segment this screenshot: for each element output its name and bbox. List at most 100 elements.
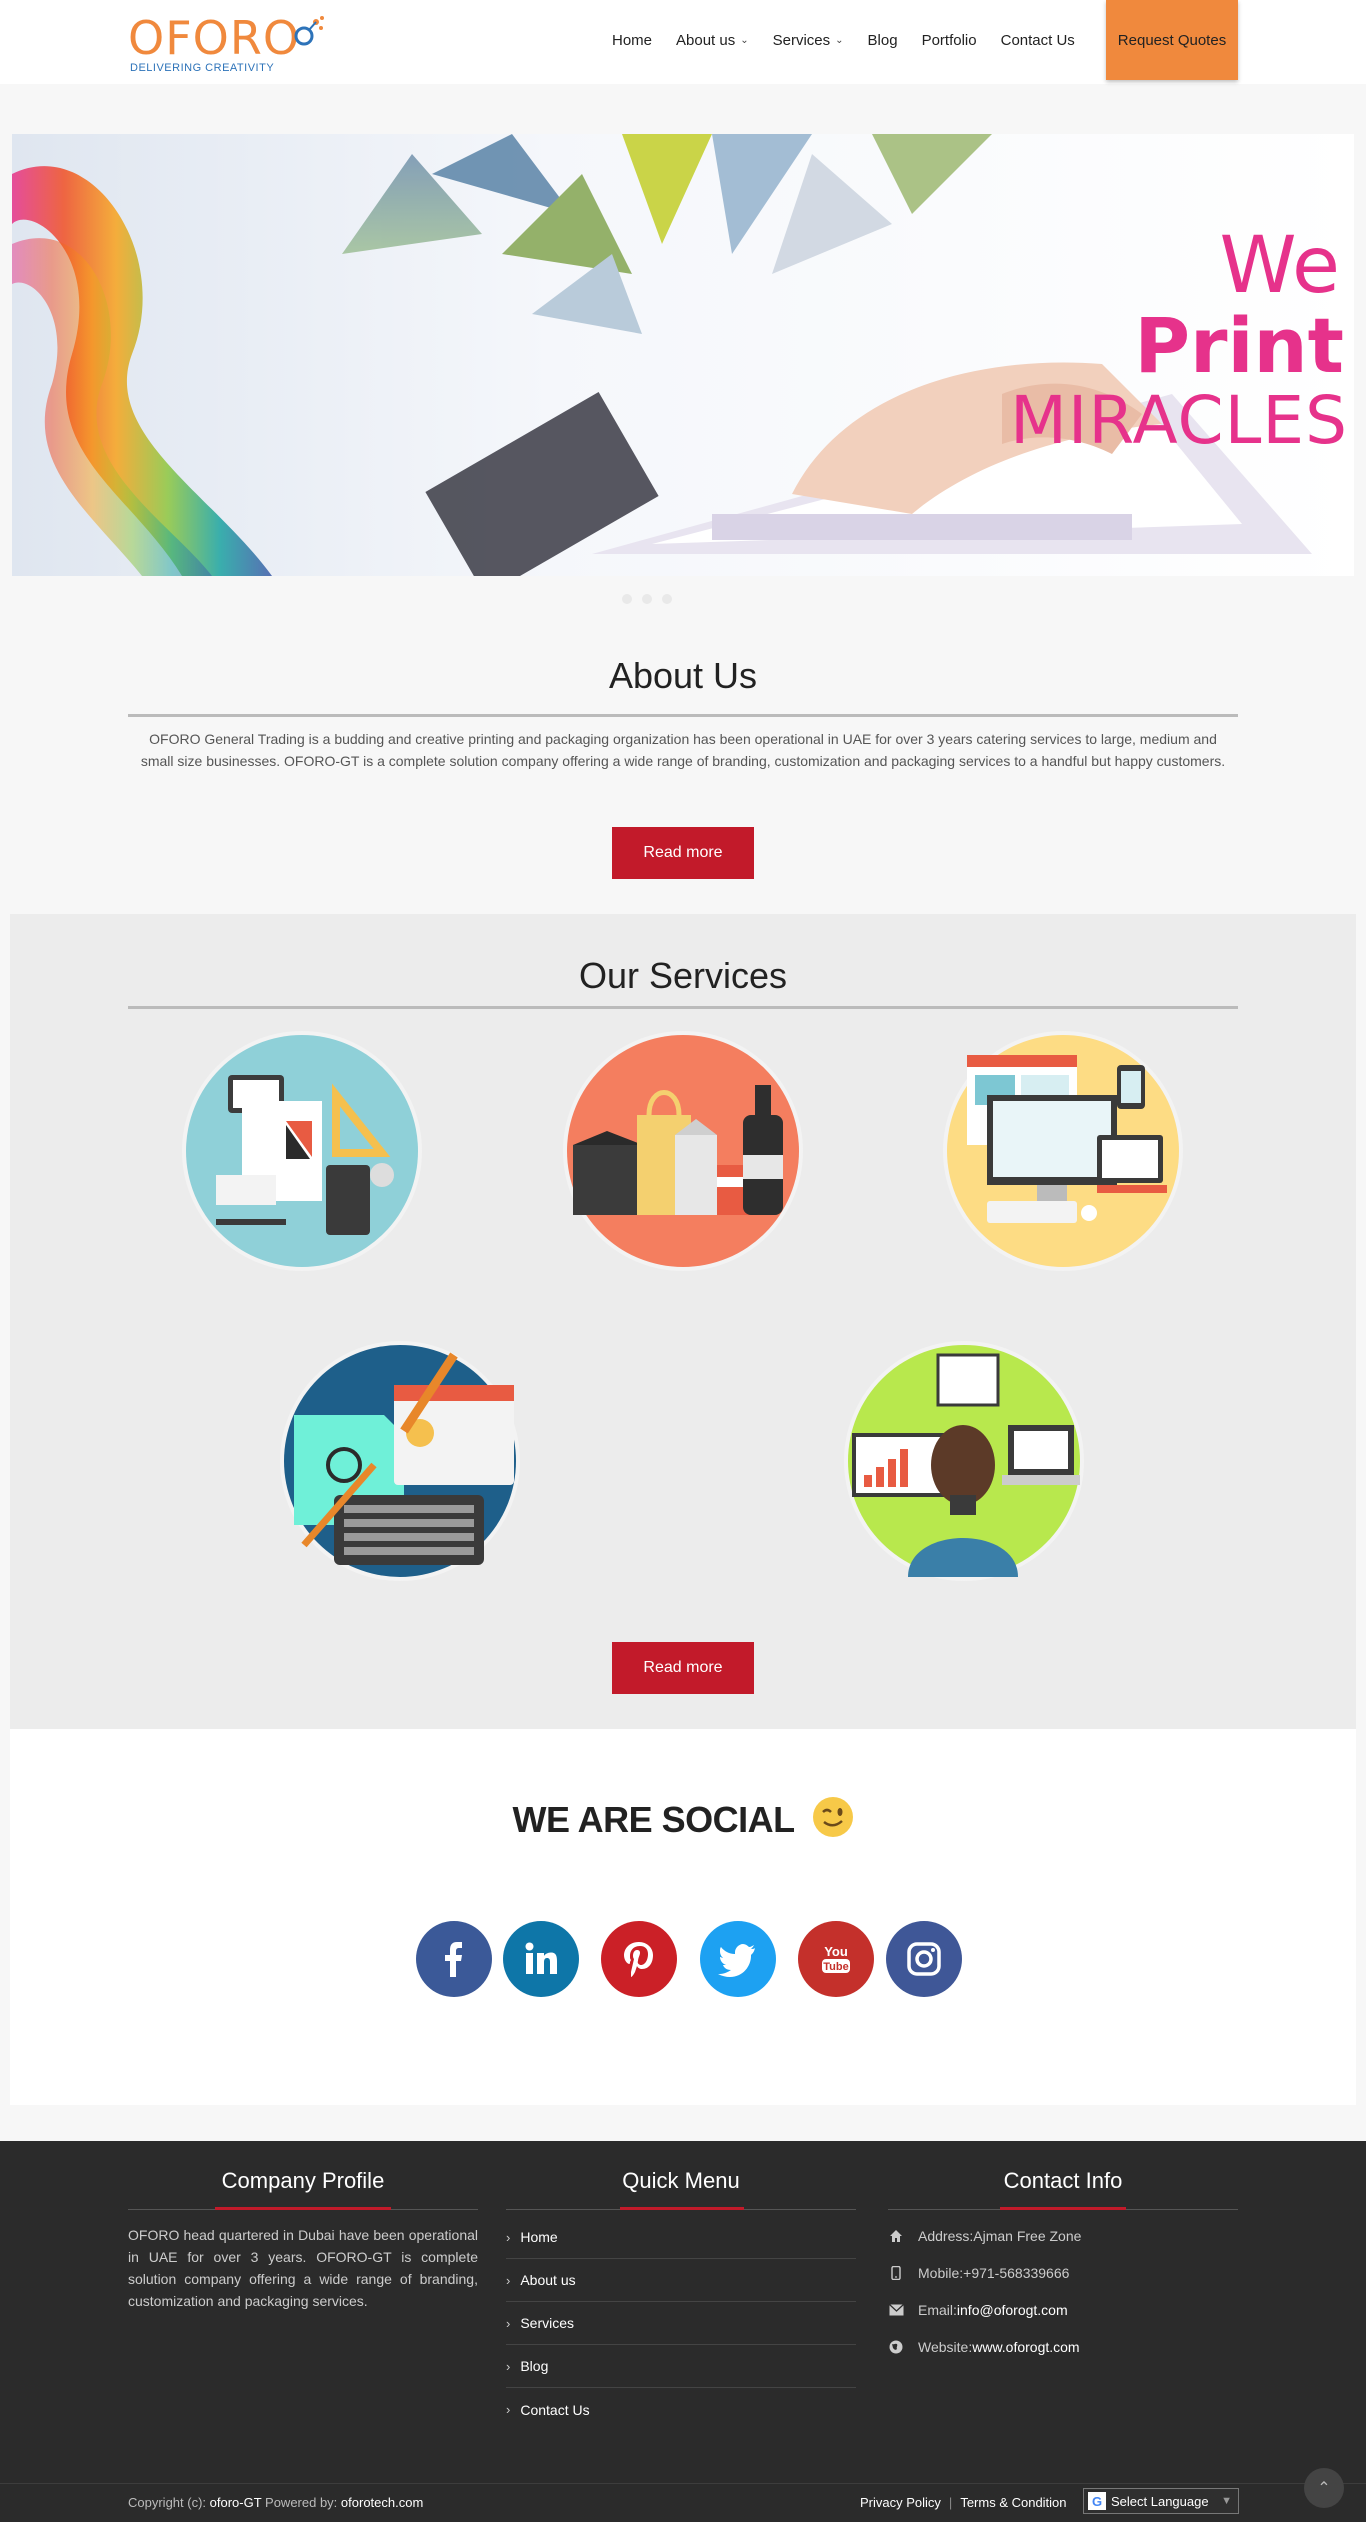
quickmenu-services[interactable]: › Services — [506, 2302, 856, 2345]
service-packaging[interactable] — [563, 1031, 803, 1271]
hero-dot[interactable] — [642, 594, 652, 604]
footer-legal-links: Privacy Policy | Terms & Condition — [860, 2495, 1067, 2510]
nav-home[interactable]: Home — [612, 32, 652, 49]
contact-website-link[interactable]: www.oforogt.com — [972, 2339, 1079, 2355]
service-graphic-design[interactable] — [280, 1341, 520, 1581]
logo-wordmark: OFORO — [128, 11, 301, 65]
logo-molecule-icon — [294, 16, 324, 46]
quickmenu-label: Services — [520, 2315, 575, 2331]
language-select-label: Select Language — [1111, 2493, 1209, 2509]
hero-dot[interactable] — [622, 594, 632, 604]
nav-portfolio[interactable]: Portfolio — [922, 32, 977, 49]
about-text: OFORO General Trading is a budding and c… — [140, 731, 1226, 769]
digital-marketing-icon — [848, 1345, 1080, 1577]
contact-email-link[interactable]: info@oforogt.com — [957, 2302, 1068, 2318]
quickmenu-about-us[interactable]: › About us — [506, 2259, 856, 2302]
svg-text:Tube: Tube — [823, 1961, 848, 1973]
nav-label: Portfolio — [921, 31, 977, 49]
svg-text:You: You — [824, 1944, 848, 1959]
request-quotes-button[interactable]: Request Quotes — [1106, 0, 1238, 80]
envelope-icon — [888, 2302, 904, 2318]
nav-contact-us[interactable]: Contact Us — [1001, 32, 1075, 49]
twitter-link[interactable] — [700, 1921, 776, 1997]
google-translate-icon: G — [1088, 2492, 1106, 2510]
scroll-to-top-button[interactable]: ⌃ — [1304, 2468, 1344, 2508]
pinterest-link[interactable] — [601, 1921, 677, 1997]
nav-label: Services — [772, 31, 831, 49]
hero-headline-miracles: MIRACLES — [1009, 382, 1348, 459]
mobile-icon — [888, 2265, 904, 2281]
nav-services[interactable]: Services ⌄ — [773, 32, 844, 49]
about-read-more-button[interactable]: Read more — [612, 827, 754, 879]
services-divider — [128, 1006, 1238, 1009]
hero-headline-we: We — [1219, 221, 1340, 311]
linkedin-icon — [525, 1942, 557, 1974]
chevron-down-icon: ⌄ — [835, 34, 844, 46]
quickmenu-home[interactable]: › Home — [506, 2216, 856, 2259]
chevron-up-icon: ⌃ — [1317, 2480, 1331, 2497]
main-nav: Home About us ⌄ Services ⌄ Blog Portfolio … — [600, 0, 1087, 80]
services-read-more-button[interactable]: Read more — [612, 1642, 754, 1694]
youtube-icon: You Tube — [822, 1944, 850, 1973]
dropdown-arrow-icon: ▼ — [1221, 2495, 1232, 2507]
stationery-design-icon — [186, 1035, 418, 1267]
chevron-right-icon: › — [506, 2402, 511, 2417]
chevron-down-icon: ⌄ — [740, 34, 749, 46]
contact-mobile-value: +971-568339666 — [963, 2265, 1070, 2281]
copyright-prefix: Copyright (c): — [128, 2495, 210, 2510]
service-stationery[interactable] — [182, 1031, 422, 1271]
chevron-right-icon: › — [506, 2229, 511, 2245]
service-web-design[interactable] — [943, 1031, 1183, 1271]
nav-label: Contact Us — [1000, 31, 1075, 49]
powered-by-link[interactable]: oforotech.com — [341, 2495, 423, 2510]
footer-bottom-divider — [0, 2483, 1366, 2484]
hero-slider[interactable]: We Print MIRACLES — [12, 134, 1354, 576]
contact-email: Email: info@oforogt.com — [888, 2302, 1068, 2318]
privacy-policy-link[interactable]: Privacy Policy — [860, 2495, 941, 2510]
twitter-icon — [718, 1944, 755, 1977]
terms-link[interactable]: Terms & Condition — [960, 2495, 1066, 2510]
instagram-link[interactable] — [886, 1921, 962, 1997]
nav-label: Home — [612, 31, 653, 49]
quickmenu-blog[interactable]: › Blog — [506, 2345, 856, 2388]
contact-address: Address: Ajman Free Zone — [888, 2228, 1081, 2244]
nav-label: Blog — [867, 31, 898, 49]
contact-label: Website: — [918, 2339, 973, 2355]
web-devices-icon — [947, 1035, 1179, 1267]
nav-blog[interactable]: Blog — [868, 32, 898, 49]
instagram-icon — [907, 1942, 941, 1976]
quickmenu-contact-us[interactable]: › Contact Us — [506, 2388, 856, 2431]
contact-website: Website: www.oforogt.com — [888, 2339, 1080, 2355]
oforo-logo[interactable]: OFORO DELIVERING CREATIVITY — [128, 10, 324, 74]
copyright-owner-link[interactable]: oforo-GT — [210, 2495, 262, 2510]
hero-dot[interactable] — [662, 594, 672, 604]
packaging-icon — [567, 1035, 799, 1267]
social-section — [10, 1729, 1356, 2105]
linkedin-link[interactable] — [503, 1921, 579, 1997]
wink-emoji-icon — [812, 1797, 853, 1837]
graphic-design-icon — [284, 1345, 516, 1577]
services-title: Our Services — [578, 955, 788, 996]
footer-accent — [620, 2207, 744, 2210]
quickmenu-label: About us — [520, 2272, 576, 2288]
footer-contact-title: Contact Info — [1003, 2168, 1123, 2193]
about-divider — [128, 714, 1238, 717]
pinterest-icon — [624, 1942, 653, 1977]
nav-about-us[interactable]: About us ⌄ — [676, 32, 749, 49]
service-digital-marketing[interactable] — [844, 1341, 1084, 1581]
facebook-link[interactable] — [416, 1921, 492, 1997]
footer-accent — [215, 2207, 391, 2210]
hero-pagination — [622, 594, 672, 604]
quickmenu-label: Home — [520, 2229, 558, 2245]
social-title-text: WE ARE SOCIAL — [512, 1799, 794, 1840]
globe-icon — [888, 2339, 904, 2355]
logo-tagline: DELIVERING CREATIVITY — [130, 62, 275, 74]
contact-address-value: Ajman Free Zone — [973, 2228, 1082, 2244]
footer-company-text: OFORO head quartered in Dubai have been … — [128, 2227, 478, 2309]
contact-label: Mobile: — [918, 2265, 964, 2281]
quickmenu-label: Blog — [520, 2358, 549, 2374]
contact-mobile: Mobile: +971-568339666 — [888, 2265, 1069, 2281]
youtube-link[interactable]: You Tube — [798, 1921, 874, 1997]
footer-accent — [1000, 2207, 1126, 2210]
language-select[interactable]: G Select Language ▼ — [1083, 2488, 1239, 2514]
